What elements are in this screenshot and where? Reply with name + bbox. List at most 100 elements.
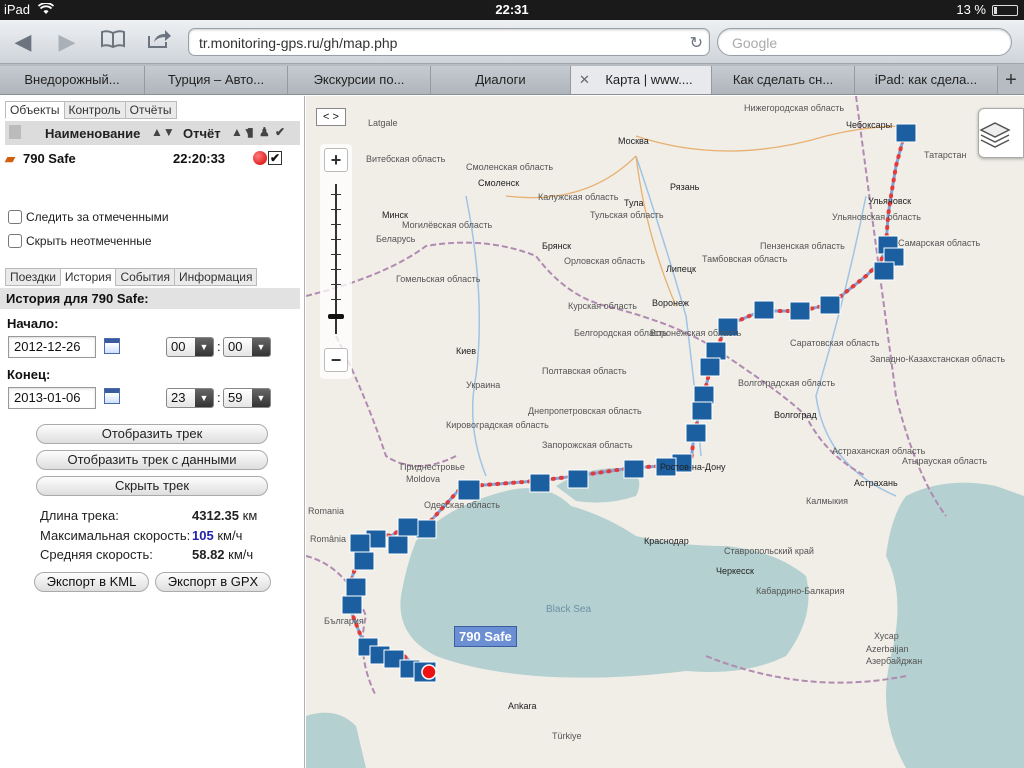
tab-trips[interactable]: Поездки [5, 268, 61, 286]
map-label: Кабардино-Балкария [756, 586, 845, 596]
new-tab-icon[interactable]: + [998, 66, 1024, 94]
hide-track-button[interactable]: Скрыть трек [36, 476, 268, 496]
map-label: Смоленск [478, 178, 520, 188]
tab-events[interactable]: События [115, 268, 175, 286]
tab-reports[interactable]: Отчёты [124, 101, 177, 119]
tab-info[interactable]: Информация [174, 268, 258, 286]
hide-label: Скрыть неотмеченные [26, 234, 152, 248]
object-checkbox[interactable]: ✔ [268, 151, 282, 165]
column-name[interactable]: Наименование [45, 126, 140, 141]
end-hour-value: 23 [171, 390, 186, 405]
zoom-control: + − [320, 144, 352, 379]
bookmarks-icon[interactable] [98, 28, 128, 56]
tab-control[interactable]: Контроль [63, 101, 126, 119]
map-label: Latgale [368, 118, 398, 128]
show-track-data-button[interactable]: Отобразить трек с данными [36, 450, 268, 470]
map-label: Ростов-на-Дону [660, 462, 726, 472]
follow-label: Следить за отмеченными [26, 210, 169, 224]
parking-icon [895, 123, 917, 143]
object-name: 790 Safe [23, 151, 76, 166]
export-kml-button[interactable]: Экспорт в KML [34, 572, 149, 592]
map-label: Липецк [666, 264, 696, 274]
zoom-rail[interactable] [335, 184, 337, 334]
object-row[interactable]: ▰ 790 Safe 22:20:33 ✔ [5, 149, 300, 169]
check-icon: ✔ [275, 125, 286, 139]
parking-icon [699, 357, 721, 377]
tab-2[interactable]: Экскурсии по... [288, 66, 431, 94]
panel-toggle-button[interactable]: < > [316, 108, 346, 126]
objects-table-header: Наименование ▲▼ Отчёт ▲▼ ▮ ♟ ✔ [5, 121, 300, 145]
map-label: Черкесск [716, 566, 754, 576]
tab-active[interactable]: ✕ Карта | www.... [571, 66, 712, 94]
hide-checkbox[interactable] [8, 234, 22, 248]
chevron-down-icon: ▼ [252, 338, 270, 356]
hide-option[interactable]: Скрыть неотмеченные [8, 234, 152, 248]
end-date-input[interactable]: 2013-01-06 [8, 387, 96, 409]
map-label: Саратовская область [790, 338, 880, 348]
parking-icon [753, 300, 775, 320]
avg-speed-label: Средняя скорость: [40, 547, 153, 562]
chevron-down-icon: ▼ [252, 389, 270, 407]
column-report[interactable]: Отчёт [183, 126, 221, 141]
end-hour-select[interactable]: 23 ▼ [166, 388, 214, 408]
map-label: Чебоксары [846, 120, 893, 130]
end-minute-select[interactable]: 59 ▼ [223, 388, 271, 408]
end-label: Конец: [7, 367, 51, 382]
search-input[interactable]: Google [717, 28, 1012, 56]
map-label: România [310, 534, 347, 544]
start-minute-value: 00 [228, 339, 243, 354]
parking-icon [341, 595, 363, 615]
map-label: Black Sea [546, 604, 592, 615]
reload-icon[interactable]: ↻ [690, 33, 703, 53]
map-label: Москва [618, 136, 649, 146]
layers-icon[interactable] [978, 108, 1024, 158]
export-gpx-button[interactable]: Экспорт в GPX [155, 572, 271, 592]
select-all-checkbox[interactable] [9, 125, 21, 139]
aegean-sea [306, 712, 366, 768]
address-bar[interactable]: tr.monitoring-gps.ru/gh/map.php ↻ [188, 28, 710, 56]
parking-icon [387, 535, 409, 555]
track-length-unit: км [242, 508, 258, 523]
start-date-input[interactable]: 2012-12-26 [8, 336, 96, 358]
map-label: Могилёвская область [402, 220, 493, 230]
zoom-out-button[interactable]: − [324, 348, 348, 372]
forward-icon[interactable]: ▶ [52, 28, 82, 56]
close-tab-icon[interactable]: ✕ [579, 66, 590, 94]
tab-6[interactable]: iPad: как сделa... [855, 66, 998, 94]
map-label: Орловская область [564, 256, 646, 266]
tab-3[interactable]: Диалоги [431, 66, 571, 94]
search-placeholder: Google [732, 35, 778, 51]
tab-5[interactable]: Как сделать сн... [712, 66, 855, 94]
parking-icon [397, 517, 419, 537]
start-minute-select[interactable]: 00 ▼ [223, 337, 271, 357]
follow-checkbox[interactable] [8, 210, 22, 224]
map-label: Краснодар [644, 536, 689, 546]
share-icon[interactable] [144, 28, 174, 56]
map-label: Брянск [542, 241, 572, 251]
zoom-tick [331, 194, 341, 195]
tab-0[interactable]: Внедорожный... [0, 66, 145, 94]
follow-option[interactable]: Следить за отмеченными [8, 210, 169, 224]
tab-1[interactable]: Турция – Авто... [145, 66, 288, 94]
map-label: България [324, 616, 364, 626]
vehicle-label[interactable]: 790 Safe [454, 626, 517, 647]
caspian-sea [886, 482, 1024, 768]
show-track-button[interactable]: Отобразить трек [36, 424, 268, 444]
map-label: Минск [382, 210, 408, 220]
zoom-in-button[interactable]: + [324, 148, 348, 172]
calendar-icon[interactable] [104, 338, 120, 354]
calendar-icon[interactable] [104, 388, 120, 404]
tab-objects[interactable]: Объекты [5, 101, 65, 119]
start-hour-select[interactable]: 00 ▼ [166, 337, 214, 357]
browser-toolbar: ◀ ▶ tr.monitoring-gps.ru/gh/map.php ↻ Go… [0, 20, 1024, 64]
max-speed-unit: км/ч [217, 528, 243, 543]
map-view[interactable]: Нижегородская область Чебоксары Татарста… [306, 96, 1024, 768]
zoom-slider-handle[interactable] [328, 314, 344, 319]
time-separator: : [217, 390, 221, 405]
track-length-label: Длина трека: [40, 508, 119, 523]
back-icon[interactable]: ◀ [8, 28, 38, 56]
map-label: Azerbaijan [866, 644, 909, 654]
tab-history[interactable]: История [59, 268, 117, 286]
map-label: Гомельская область [396, 274, 481, 284]
max-speed: Максимальная скорость: 105 км/ч [40, 528, 242, 543]
